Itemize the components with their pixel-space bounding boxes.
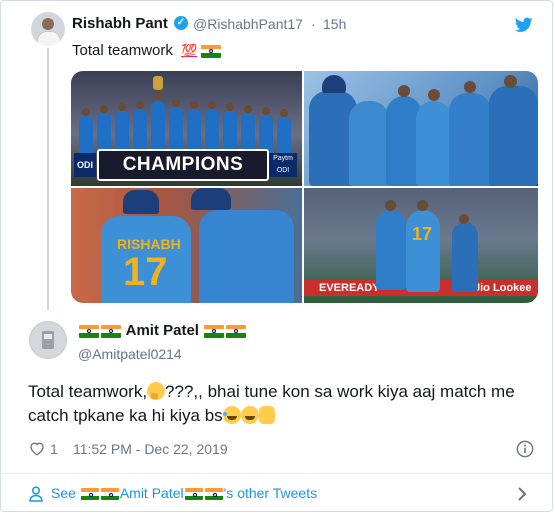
india-flag-icon [226,324,247,338]
reply-text-part-1: Total teamwork, [28,382,148,401]
jersey-number-text: 17 [123,250,168,294]
jersey-number-text-2: 17 [412,224,433,244]
india-flag-icon [80,488,99,501]
chevron-right-icon[interactable] [516,486,528,502]
india-flag-icon [101,324,121,338]
odi-badge: ODI [74,153,96,177]
parent-tweet-text-body: Total teamwork [72,42,173,59]
reply-author-name[interactable]: Amit Patel [78,322,247,339]
board-text-right: Jio Lookee [474,282,532,294]
reply-author-name-text: Amit Patel [125,322,199,339]
hundred-points-icon: 💯 [181,43,198,58]
champions-banner: CHAMPIONS [97,149,269,181]
thinking-face-icon [147,382,166,400]
reply-author-handle[interactable]: @Amitpatel0214 [78,346,182,362]
parent-author-handle[interactable]: @RishabhPant17 [193,16,303,32]
reply-timestamp[interactable]: 11:52 PM - Dec 22, 2019 [73,441,228,457]
verified-badge-icon: ✓ [174,16,188,30]
tears-of-joy-icon [222,406,241,424]
twitter-bird-icon[interactable] [515,17,533,33]
india-flag-icon [201,44,222,58]
see-other-tweets-link[interactable]: See Amit Patel 's other Tweets [51,485,317,501]
india-flag-icon [184,488,203,501]
photo-celebration[interactable]: EVEREADY Jio Lookee 17 [304,188,538,303]
footer-user-name: Amit Patel [119,485,184,501]
footer-divider [0,473,553,474]
meta-separator: · [311,16,316,32]
footer-suffix: 's other Tweets [223,485,318,501]
tweet-photo-grid: ODI CHAMPIONS Paytm ODI RISHABH 17 EVERE… [71,71,538,303]
india-flag-icon [204,324,225,338]
india-flag-icon [100,488,119,501]
parent-tweet-time[interactable]: 15h [323,16,346,32]
thumbs-up-icon [258,406,275,424]
like-count[interactable]: 1 [50,441,58,457]
photo-team-trophy[interactable]: ODI CHAMPIONS Paytm ODI [71,71,302,186]
board-text-left: EVEREADY [319,282,380,294]
paytm-odi-badge: Paytm ODI [269,153,297,177]
parent-tweet-text: Total teamwork 💯 [72,42,222,59]
user-icon [29,486,43,502]
footer-see-label: See [51,485,76,501]
parent-author-name[interactable]: Rishabh Pant [72,15,168,32]
india-flag-icon [79,324,99,338]
photo-team-huddle[interactable] [304,71,538,186]
info-icon[interactable] [516,440,534,458]
parent-author-avatar[interactable] [31,12,65,46]
reply-author-avatar[interactable] [29,321,67,359]
photo-rishabh-jersey[interactable]: RISHABH 17 [71,188,302,303]
heart-icon[interactable] [29,441,45,456]
grinning-face-icon [240,406,259,424]
thread-connector-line [47,48,49,310]
india-flag-icon [204,488,223,501]
reply-tweet-text: Total teamwork,???,, bhai tune kon sa wo… [28,380,533,428]
